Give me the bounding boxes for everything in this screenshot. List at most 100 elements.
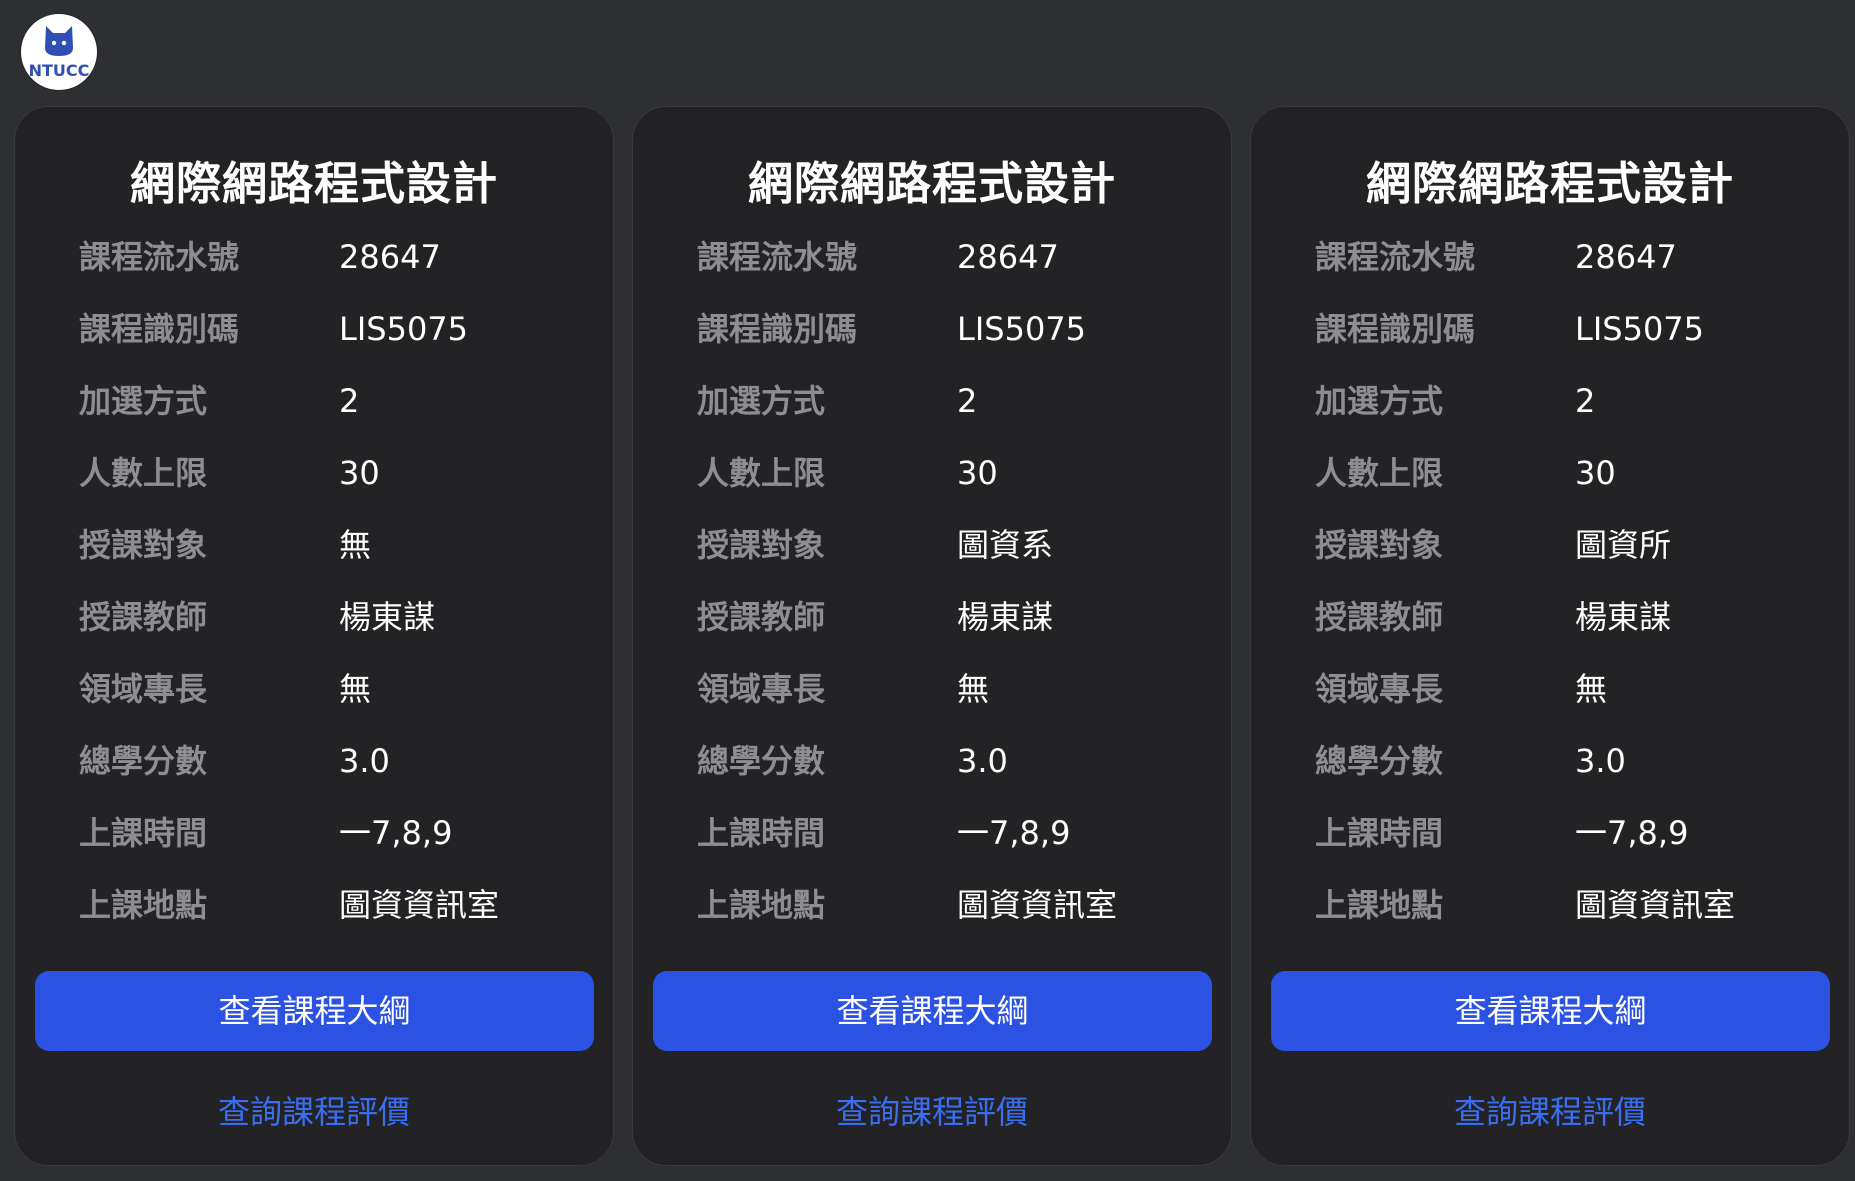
field-label: 領域專長 xyxy=(1315,670,1444,708)
field-value: 3.0 xyxy=(339,742,390,780)
field-row-course-id: 課程識別碼 LIS5075 xyxy=(633,299,1231,359)
logo-text: NTUCC xyxy=(28,61,90,80)
field-label: 上課地點 xyxy=(697,886,826,924)
field-label: 總學分數 xyxy=(79,742,208,780)
field-label: 上課地點 xyxy=(1315,886,1444,924)
cat-icon xyxy=(45,26,73,56)
field-label: 人數上限 xyxy=(1315,454,1444,492)
course-title: 網際網路程式設計 xyxy=(129,157,498,210)
field-label: 人數上限 xyxy=(79,454,208,492)
course-title: 網際網路程式設計 xyxy=(1365,157,1734,210)
field-value: 楊東謀 xyxy=(339,598,436,636)
field-label: 課程識別碼 xyxy=(697,310,858,348)
field-value: 楊東謀 xyxy=(1575,598,1672,636)
course-review-link[interactable]: 查詢課程評價 xyxy=(1251,1087,1849,1137)
view-syllabus-button[interactable]: 查看課程大綱 xyxy=(1271,971,1830,1051)
field-row-domain: 領域專長 無 xyxy=(15,659,613,719)
course-card: 網際網路程式設計 課程流水號 28647 課程識別碼 LIS5075 加選方式 … xyxy=(1250,106,1850,1166)
field-label: 授課教師 xyxy=(79,598,208,636)
field-label: 加選方式 xyxy=(79,382,208,420)
field-label: 課程流水號 xyxy=(697,238,858,276)
field-value: 28647 xyxy=(1575,238,1677,276)
field-row-teacher: 授課教師 楊東謀 xyxy=(633,587,1231,647)
field-row-target: 授課對象 無 xyxy=(15,515,613,575)
field-row-serial: 課程流水號 28647 xyxy=(1251,227,1849,287)
field-value: 圖資所 xyxy=(1575,526,1672,564)
field-label: 總學分數 xyxy=(1315,742,1444,780)
field-row-enroll-method: 加選方式 2 xyxy=(1251,371,1849,431)
field-value: 2 xyxy=(1575,382,1596,420)
field-row-capacity: 人數上限 30 xyxy=(15,443,613,503)
field-row-target: 授課對象 圖資系 xyxy=(633,515,1231,575)
field-value: 一7,8,9 xyxy=(1575,814,1689,852)
field-label: 上課時間 xyxy=(79,814,208,852)
field-row-enroll-method: 加選方式 2 xyxy=(633,371,1231,431)
field-value: LIS5075 xyxy=(957,310,1087,348)
field-label: 總學分數 xyxy=(697,742,826,780)
course-cards: 網際網路程式設計 課程流水號 28647 課程識別碼 LIS5075 加選方式 … xyxy=(14,106,1854,1166)
field-row-serial: 課程流水號 28647 xyxy=(633,227,1231,287)
field-value: 一7,8,9 xyxy=(957,814,1071,852)
field-row-time: 上課時間 一7,8,9 xyxy=(633,803,1231,863)
field-row-location: 上課地點 圖資資訊室 xyxy=(633,875,1231,935)
field-label: 上課時間 xyxy=(697,814,826,852)
field-value: 圖資系 xyxy=(957,526,1054,564)
course-card: 網際網路程式設計 課程流水號 28647 課程識別碼 LIS5075 加選方式 … xyxy=(14,106,614,1166)
field-label: 課程識別碼 xyxy=(79,310,240,348)
field-row-capacity: 人數上限 30 xyxy=(633,443,1231,503)
field-value: 3.0 xyxy=(957,742,1008,780)
field-label: 上課地點 xyxy=(79,886,208,924)
field-value: 無 xyxy=(339,670,372,708)
field-label: 授課對象 xyxy=(1315,526,1444,564)
field-value: 無 xyxy=(957,670,990,708)
field-row-time: 上課時間 一7,8,9 xyxy=(1251,803,1849,863)
field-label: 人數上限 xyxy=(697,454,826,492)
field-value: 2 xyxy=(957,382,978,420)
field-row-serial: 課程流水號 28647 xyxy=(15,227,613,287)
field-value: 30 xyxy=(339,454,380,492)
field-row-course-id: 課程識別碼 LIS5075 xyxy=(1251,299,1849,359)
field-value: 28647 xyxy=(957,238,1059,276)
field-row-domain: 領域專長 無 xyxy=(1251,659,1849,719)
field-row-enroll-method: 加選方式 2 xyxy=(15,371,613,431)
field-value: 無 xyxy=(339,526,372,564)
field-label: 上課時間 xyxy=(1315,814,1444,852)
field-row-location: 上課地點 圖資資訊室 xyxy=(1251,875,1849,935)
view-syllabus-button[interactable]: 查看課程大綱 xyxy=(35,971,594,1051)
field-label: 領域專長 xyxy=(697,670,826,708)
field-label: 授課教師 xyxy=(697,598,826,636)
field-row-course-id: 課程識別碼 LIS5075 xyxy=(15,299,613,359)
field-value: 楊東謀 xyxy=(957,598,1054,636)
field-value: 3.0 xyxy=(1575,742,1626,780)
course-title: 網際網路程式設計 xyxy=(747,157,1116,210)
field-label: 課程流水號 xyxy=(79,238,240,276)
field-row-teacher: 授課教師 楊東謀 xyxy=(15,587,613,647)
field-label: 課程識別碼 xyxy=(1315,310,1476,348)
field-row-teacher: 授課教師 楊東謀 xyxy=(1251,587,1849,647)
field-label: 授課對象 xyxy=(697,526,826,564)
field-row-credits: 總學分數 3.0 xyxy=(15,731,613,791)
field-row-capacity: 人數上限 30 xyxy=(1251,443,1849,503)
view-syllabus-button[interactable]: 查看課程大綱 xyxy=(653,971,1212,1051)
field-value: 無 xyxy=(1575,670,1608,708)
field-value: 30 xyxy=(1575,454,1616,492)
field-row-credits: 總學分數 3.0 xyxy=(633,731,1231,791)
field-label: 加選方式 xyxy=(1315,382,1444,420)
field-value: 28647 xyxy=(339,238,441,276)
field-label: 授課教師 xyxy=(1315,598,1444,636)
field-value: 一7,8,9 xyxy=(339,814,453,852)
field-label: 領域專長 xyxy=(79,670,208,708)
field-value: 2 xyxy=(339,382,360,420)
field-value: 圖資資訊室 xyxy=(1575,886,1736,924)
field-value: 圖資資訊室 xyxy=(339,886,500,924)
field-row-target: 授課對象 圖資所 xyxy=(1251,515,1849,575)
field-row-time: 上課時間 一7,8,9 xyxy=(15,803,613,863)
ntucc-logo[interactable]: NTUCC xyxy=(21,14,97,90)
course-card: 網際網路程式設計 課程流水號 28647 課程識別碼 LIS5075 加選方式 … xyxy=(632,106,1232,1166)
field-value: 30 xyxy=(957,454,998,492)
course-review-link[interactable]: 查詢課程評價 xyxy=(633,1087,1231,1137)
course-review-link[interactable]: 查詢課程評價 xyxy=(15,1087,613,1137)
field-row-domain: 領域專長 無 xyxy=(633,659,1231,719)
field-label: 課程流水號 xyxy=(1315,238,1476,276)
field-row-location: 上課地點 圖資資訊室 xyxy=(15,875,613,935)
